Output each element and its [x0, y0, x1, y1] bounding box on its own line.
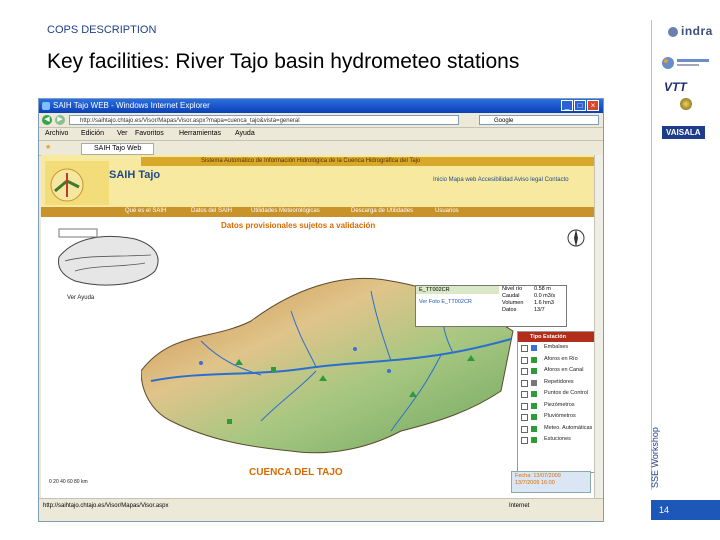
section-label: COPS DESCRIPTION	[47, 24, 157, 36]
vtt-logo: VTT	[664, 80, 687, 94]
canal-gauge-icon	[531, 368, 537, 374]
legend-checkbox[interactable]	[521, 402, 528, 410]
popup-values: 0.58 m 0.0 m3/s 1.6 hm3 13/7	[534, 286, 556, 313]
station-icon	[531, 437, 537, 443]
status-zone: Internet	[509, 503, 530, 509]
popup-labels: Nivel río Caudal Volumen Datos	[502, 286, 524, 313]
legend-item-aforos-rio[interactable]: Aforos en Río	[518, 354, 596, 366]
nav-que-es[interactable]: Qué es el SAIH	[125, 208, 166, 214]
saih-header-links[interactable]: Inicio Mapa web Accesibilidad Aviso lega…	[433, 177, 569, 183]
menu-herramientas[interactable]: Herramientas	[179, 130, 221, 137]
browser-statusbar: http://saihtajo.chtajo.es/Visor/Mapas/Vi…	[39, 498, 603, 521]
station-popup: E_TT002CR Ver Foto E_TT002CR Nivel río C…	[415, 285, 567, 327]
legend-checkbox[interactable]	[521, 379, 528, 387]
legend-item-meteo[interactable]: Meteo. Automáticas	[518, 423, 596, 435]
menu-ayuda[interactable]: Ayuda	[235, 130, 255, 137]
forward-icon[interactable]: ▶	[55, 115, 65, 125]
legend-checkbox[interactable]	[521, 425, 528, 433]
legend-checkbox[interactable]	[521, 356, 528, 364]
help-link[interactable]: Ver Ayuda	[67, 295, 94, 301]
ie-icon	[42, 102, 50, 110]
date-box: Fecha: 13/07/2009 13/7/2009 16:00	[511, 471, 591, 493]
reservoir-icon	[531, 345, 537, 351]
saih-nav: Qué es el SAIH Datos del SAIH Utilidades…	[41, 207, 597, 217]
legend-item-pluviometros[interactable]: Pluviómetros	[518, 411, 596, 423]
close-icon[interactable]: ×	[587, 100, 599, 111]
side-divider	[651, 20, 652, 490]
nav-datos[interactable]: Datos del SAIH	[191, 208, 232, 214]
legend-checkbox[interactable]	[521, 391, 528, 398]
legend-title: Tipo Estación	[518, 332, 596, 342]
legend-item-embalses[interactable]: Embalses	[518, 342, 596, 354]
legend-checkbox[interactable]	[521, 368, 528, 375]
menu-bar: Archivo Edición Ver Favoritos Herramient…	[39, 128, 603, 141]
legend-item-estuciones[interactable]: Estuciones	[518, 434, 596, 446]
legend-checkbox[interactable]	[521, 437, 528, 444]
saih-page: Sistema Automático de Información Hidrol…	[41, 155, 597, 501]
browser-titlebar: SAIH Tajo WEB - Windows Internet Explore…	[39, 99, 603, 113]
saih-header: Sistema Automático de Información Hidrol…	[41, 155, 597, 207]
legend-item-puntos-control[interactable]: Puntos de Control	[518, 388, 596, 400]
basin-label: CUENCA DEL TAJO	[249, 467, 343, 478]
url-input[interactable]: http://saihtajo.chtajo.es/Visor/Mapas/Vi…	[69, 115, 459, 125]
nav-usuarios[interactable]: Usuarios	[435, 208, 459, 214]
maximize-icon[interactable]: □	[574, 100, 586, 111]
popup-header: E_TT002CR	[416, 286, 499, 294]
seal-logo	[680, 98, 692, 110]
workshop-side-text: SSE Workshop	[650, 427, 660, 488]
minimize-icon[interactable]: _	[561, 100, 573, 111]
space-systems-logo	[660, 52, 712, 74]
control-point-icon	[531, 391, 537, 397]
menu-favoritos[interactable]: Favoritos	[135, 130, 164, 137]
legend-checkbox[interactable]	[521, 345, 528, 352]
back-icon[interactable]: ◀	[42, 115, 52, 125]
legend-item-aforos-canal[interactable]: Aforos en Canal	[518, 365, 596, 377]
map-scale-bar: 0 20 40 60 80 km	[49, 479, 88, 485]
saih-logo	[45, 161, 109, 205]
tab-saih-tajo[interactable]: SAIH Tajo Web	[81, 143, 155, 155]
favorites-star-icon[interactable]: ★	[45, 143, 51, 151]
tab-bar: ★ SAIH Tajo Web	[39, 141, 603, 156]
vertical-scrollbar[interactable]	[594, 155, 603, 501]
nav-utilidades[interactable]: Utilidades Meteorológicas	[251, 208, 320, 214]
piezometer-icon	[531, 402, 537, 409]
search-input[interactable]: Google	[479, 115, 599, 125]
compass-icon	[567, 229, 585, 247]
repeater-icon	[531, 379, 537, 386]
rain-gauge-icon	[531, 414, 537, 420]
saih-title: SAIH Tajo	[109, 169, 161, 181]
legend-item-repetidores[interactable]: Repetidores	[518, 377, 596, 389]
legend-item-piezometros[interactable]: Piezómetros	[518, 400, 596, 412]
vaisala-logo: VAISALA	[662, 126, 705, 139]
river-gauge-icon	[531, 356, 537, 363]
page-number-badge: 14	[651, 500, 720, 520]
popup-photo-link[interactable]: Ver Foto E_TT002CR	[419, 299, 472, 306]
basin-relief-map[interactable]	[141, 251, 521, 463]
status-url: http://saihtajo.chtajo.es/Visor/Mapas/Vi…	[43, 503, 169, 509]
provisional-notice: Datos provisionales sujetos a validación	[221, 221, 376, 230]
slide-title: Key facilities: River Tajo basin hydrome…	[47, 50, 520, 73]
indra-logo: indra	[668, 24, 713, 38]
browser-window: SAIH Tajo WEB - Windows Internet Explore…	[38, 98, 604, 522]
station-type-legend: Tipo Estación Embalses Aforos en Río Afo…	[517, 331, 597, 473]
legend-checkbox[interactable]	[521, 414, 528, 421]
menu-edicion[interactable]: Edición	[81, 130, 104, 137]
menu-ver[interactable]: Ver	[117, 130, 128, 137]
saih-top-bar: Sistema Automático de Información Hidrol…	[141, 157, 597, 166]
weather-station-icon	[531, 425, 537, 432]
address-bar: ◀ ▶ http://saihtajo.chtajo.es/Visor/Mapa…	[39, 113, 603, 128]
nav-descarga[interactable]: Descarga de Utilidades	[351, 208, 413, 214]
menu-archivo[interactable]: Archivo	[45, 130, 68, 137]
